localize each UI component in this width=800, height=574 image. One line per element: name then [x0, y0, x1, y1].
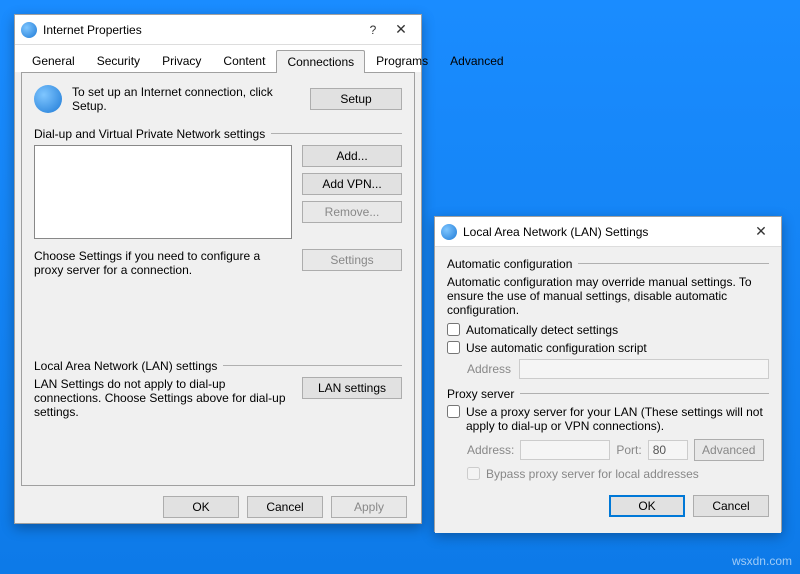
add-vpn-button[interactable]: Add VPN... — [302, 173, 402, 195]
advanced-button: Advanced — [694, 439, 764, 461]
connections-panel: To set up an Internet connection, click … — [21, 72, 415, 486]
window-title: Internet Properties — [43, 23, 359, 37]
auto-config-text: Automatic configuration may override man… — [447, 275, 769, 317]
tab-connections[interactable]: Connections — [276, 50, 365, 73]
help-button[interactable]: ? — [359, 23, 387, 37]
tab-privacy[interactable]: Privacy — [151, 49, 212, 72]
dialup-group-label: Dial-up and Virtual Private Network sett… — [34, 127, 402, 139]
lan-info-text: LAN Settings do not apply to dial-up con… — [34, 377, 292, 419]
connection-globe-icon — [34, 85, 62, 113]
auto-detect-checkbox[interactable] — [447, 323, 460, 336]
proxy-address-input — [520, 440, 610, 460]
use-proxy-checkbox-row[interactable]: Use a proxy server for your LAN (These s… — [447, 405, 769, 433]
titlebar: Local Area Network (LAN) Settings ✕ — [435, 217, 781, 247]
window-title: Local Area Network (LAN) Settings — [463, 225, 747, 239]
bypass-label: Bypass proxy server for local addresses — [486, 467, 699, 481]
choose-settings-text: Choose Settings if you need to configure… — [34, 249, 292, 277]
dialog-footer: OK Cancel Apply — [15, 486, 421, 528]
proxy-group-label: Proxy server — [447, 387, 769, 399]
cancel-button[interactable]: Cancel — [693, 495, 769, 517]
tab-general[interactable]: General — [21, 49, 86, 72]
bypass-checkbox — [467, 467, 480, 480]
ok-button[interactable]: OK — [609, 495, 685, 517]
settings-button: Settings — [302, 249, 402, 271]
setup-text: To set up an Internet connection, click … — [72, 85, 300, 113]
lan-group-label: Local Area Network (LAN) settings — [34, 359, 402, 371]
use-proxy-checkbox[interactable] — [447, 405, 460, 418]
cancel-button[interactable]: Cancel — [247, 496, 323, 518]
tab-content[interactable]: Content — [212, 49, 276, 72]
script-address-input — [519, 359, 769, 379]
proxy-port-label: Port: — [616, 443, 641, 457]
close-button[interactable]: ✕ — [747, 223, 775, 240]
dialup-listbox[interactable] — [34, 145, 292, 239]
use-script-checkbox[interactable] — [447, 341, 460, 354]
titlebar: Internet Properties ? ✕ — [15, 15, 421, 45]
bypass-checkbox-row: Bypass proxy server for local addresses — [467, 467, 769, 481]
proxy-port-input — [648, 440, 688, 460]
proxy-address-label: Address: — [467, 443, 514, 457]
ok-button[interactable]: OK — [163, 496, 239, 518]
apply-button: Apply — [331, 496, 407, 518]
auto-config-group-label: Automatic configuration — [447, 257, 769, 269]
add-button[interactable]: Add... — [302, 145, 402, 167]
tab-programs[interactable]: Programs — [365, 49, 439, 72]
tab-security[interactable]: Security — [86, 49, 151, 72]
auto-detect-label: Automatically detect settings — [466, 323, 618, 337]
lan-settings-window: Local Area Network (LAN) Settings ✕ Auto… — [434, 216, 782, 532]
internet-options-icon — [21, 22, 37, 38]
watermark-text: wsxdn.com — [732, 554, 792, 568]
use-script-checkbox-row[interactable]: Use automatic configuration script — [447, 341, 769, 355]
use-script-label: Use automatic configuration script — [466, 341, 647, 355]
script-address-label: Address — [467, 362, 511, 376]
auto-detect-checkbox-row[interactable]: Automatically detect settings — [447, 323, 769, 337]
lan-settings-button[interactable]: LAN settings — [302, 377, 402, 399]
use-proxy-label: Use a proxy server for your LAN (These s… — [466, 405, 769, 433]
lan-panel: Automatic configuration Automatic config… — [435, 247, 781, 533]
tab-advanced[interactable]: Advanced — [439, 49, 514, 72]
close-button[interactable]: ✕ — [387, 21, 415, 38]
tabs: General Security Privacy Content Connect… — [15, 45, 421, 72]
internet-options-icon — [441, 224, 457, 240]
internet-properties-window: Internet Properties ? ✕ General Security… — [14, 14, 422, 524]
remove-button: Remove... — [302, 201, 402, 223]
setup-button[interactable]: Setup — [310, 88, 402, 110]
